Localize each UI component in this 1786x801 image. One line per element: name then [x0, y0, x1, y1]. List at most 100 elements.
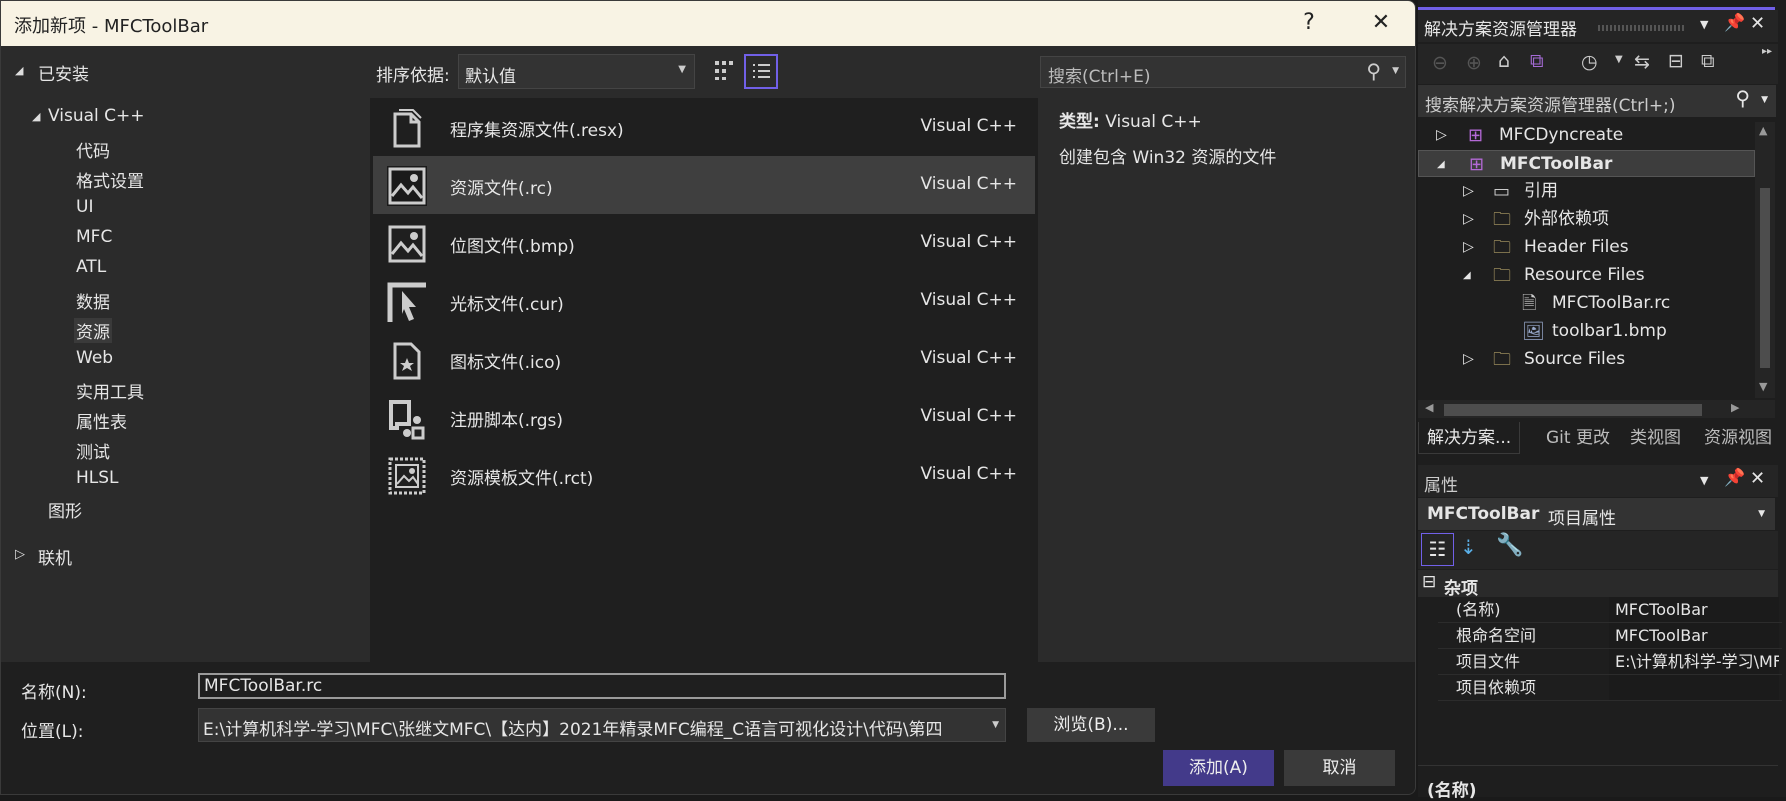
solution-tree-item[interactable]: ◢ ⊞ MFCToolBar: [1418, 150, 1755, 177]
scroll-left-icon[interactable]: ◀: [1425, 401, 1433, 414]
solution-tree-item[interactable]: ▷ ⊞ MFCDyncreate: [1418, 122, 1755, 149]
tree-item[interactable]: MFC: [76, 227, 112, 247]
tree-online[interactable]: 联机: [38, 544, 72, 569]
scroll-down-icon[interactable]: ▼: [1759, 380, 1767, 393]
add-button[interactable]: 添加(A): [1163, 750, 1274, 786]
categorized-button[interactable]: ☷: [1421, 533, 1454, 566]
solution-tree-item[interactable]: ▷ ▭ 引用: [1418, 178, 1755, 205]
forward-icon[interactable]: ⊕: [1466, 52, 1482, 74]
help-button[interactable]: ?: [1289, 7, 1329, 39]
tree-item[interactable]: ATL: [76, 257, 106, 277]
close-icon[interactable]: ✕: [1750, 13, 1765, 34]
panel-tab[interactable]: 解决方案...: [1418, 422, 1521, 454]
pin-icon[interactable]: 📌: [1724, 13, 1745, 33]
property-row[interactable]: 根命名空间 MFCToolBar: [1438, 623, 1782, 649]
expand-triangle-icon[interactable]: ▷: [1463, 206, 1474, 233]
pin-icon[interactable]: 📌: [1724, 468, 1745, 488]
template-item[interactable]: 位图文件(.bmp) Visual C++: [373, 214, 1035, 272]
property-row[interactable]: (名称) MFCToolBar: [1438, 597, 1782, 623]
template-item[interactable]: 图标文件(.ico) Visual C++: [373, 330, 1035, 388]
search-icon[interactable]: ⚲: [1735, 86, 1750, 110]
panel-tab[interactable]: Git 更改: [1538, 422, 1618, 454]
property-value[interactable]: [1609, 675, 1779, 700]
property-value[interactable]: MFCToolBar: [1609, 623, 1779, 648]
property-value[interactable]: E:\计算机科学-学习\MFC: [1609, 649, 1779, 674]
property-pages-wrench-icon[interactable]: 🔧: [1496, 533, 1523, 558]
drag-grip[interactable]: [1598, 25, 1686, 31]
expand-triangle-icon[interactable]: ▷: [1463, 234, 1474, 261]
sort-dropdown[interactable]: 默认值 ▼: [458, 54, 695, 89]
close-button[interactable]: ✕: [1361, 7, 1401, 39]
back-icon[interactable]: ⊖: [1432, 52, 1448, 74]
scroll-up-icon[interactable]: ▲: [1759, 124, 1767, 137]
panel-tab[interactable]: 类视图: [1622, 422, 1689, 454]
expand-triangle-icon[interactable]: ▷: [1463, 178, 1474, 205]
solution-tree-item[interactable]: ▷ 🗀 外部依赖项: [1418, 206, 1755, 233]
template-item[interactable]: 程序集资源文件(.resx) Visual C++: [373, 98, 1035, 156]
switch-views-icon[interactable]: ⧉: [1530, 50, 1544, 72]
tree-item[interactable]: 数据: [76, 288, 110, 313]
solution-tree-item[interactable]: 🖼 toolbar1.bmp: [1418, 318, 1755, 345]
collapse-triangle-icon[interactable]: ◢: [1463, 262, 1471, 289]
tree-installed[interactable]: 已安装: [38, 60, 89, 85]
solution-search-input[interactable]: 搜索解决方案资源管理器(Ctrl+;) ⚲ ▼: [1418, 85, 1776, 117]
collapse-box-icon[interactable]: ⊟: [1422, 572, 1436, 592]
tree-graphics[interactable]: 图形: [48, 497, 82, 522]
template-search-input[interactable]: 搜索(Ctrl+E) ⚲ ▼: [1040, 56, 1406, 88]
overflow-icon[interactable]: ▸▸: [1762, 46, 1772, 57]
list-view-button[interactable]: [744, 54, 778, 89]
cancel-button[interactable]: 取消: [1284, 750, 1395, 786]
property-row[interactable]: 项目文件 E:\计算机科学-学习\MFC: [1438, 649, 1782, 675]
template-item[interactable]: 光标文件(.cur) Visual C++: [373, 272, 1035, 330]
copy-icon[interactable]: ⧉: [1701, 50, 1715, 72]
solution-tree-item[interactable]: ▷ 🗀 Source Files: [1418, 346, 1755, 373]
solution-tree-item[interactable]: ▷ 🗀 Header Files: [1418, 234, 1755, 261]
collapse-triangle-icon[interactable]: ◢: [1437, 151, 1445, 178]
solution-tree-item[interactable]: ◢ 🗀 Resource Files: [1418, 262, 1755, 289]
expand-triangle-icon[interactable]: ▷: [1463, 346, 1474, 373]
close-icon[interactable]: ✕: [1750, 468, 1765, 489]
property-value[interactable]: MFCToolBar: [1609, 597, 1779, 622]
template-item[interactable]: 资源模板文件(.rct) Visual C++: [373, 446, 1035, 504]
tree-item[interactable]: 格式设置: [76, 167, 144, 192]
tree-item[interactable]: Web: [76, 348, 113, 368]
collapse-triangle-icon[interactable]: ◢: [15, 64, 23, 77]
tree-item[interactable]: 代码: [76, 137, 110, 162]
hscrollbar-thumb[interactable]: [1444, 404, 1702, 416]
properties-object-selector[interactable]: MFCToolBar 项目属性 ▼: [1418, 498, 1775, 530]
template-item[interactable]: 资源文件(.rc) Visual C++: [373, 156, 1035, 214]
sync-icon[interactable]: ⇆: [1634, 51, 1650, 73]
solution-tree-item[interactable]: 🗎 MFCToolBar.rc: [1418, 290, 1755, 317]
browse-button[interactable]: 浏览(B)...: [1027, 708, 1155, 742]
vertical-scrollbar[interactable]: ▲ ▼: [1755, 122, 1775, 398]
collapse-all-icon[interactable]: ⊟: [1668, 50, 1684, 72]
location-combo[interactable]: E:\计算机科学-学习\MFC\张继文MFC\【达内】2021年精录MFC编程_…: [198, 708, 1006, 742]
property-group-header[interactable]: ⊟ 杂项: [1418, 570, 1778, 599]
chevron-down-icon[interactable]: ▼: [1761, 95, 1768, 105]
expand-triangle-icon[interactable]: ▷: [1436, 122, 1447, 149]
expand-triangle-icon[interactable]: ▷: [15, 547, 25, 562]
tree-item[interactable]: HLSL: [76, 468, 119, 488]
pending-changes-filter-icon[interactable]: ◷: [1581, 51, 1598, 73]
dropdown-icon[interactable]: ▼: [1700, 18, 1708, 31]
dropdown-icon[interactable]: ▼: [1700, 474, 1708, 487]
tree-visual-cpp[interactable]: Visual C++: [48, 106, 145, 126]
collapse-triangle-icon[interactable]: ◢: [32, 110, 40, 123]
property-row[interactable]: 项目依赖项: [1438, 675, 1782, 701]
tree-item[interactable]: 测试: [76, 438, 110, 463]
tree-item[interactable]: UI: [76, 197, 93, 217]
horizontal-scrollbar[interactable]: ◀ ▶: [1418, 400, 1775, 418]
scrollbar-thumb[interactable]: [1760, 188, 1770, 368]
tree-item[interactable]: 实用工具: [76, 378, 144, 403]
chevron-down-icon[interactable]: ▼: [1392, 66, 1399, 76]
panel-tab[interactable]: 资源视图: [1696, 422, 1780, 454]
grid-view-button[interactable]: [712, 58, 738, 84]
name-input[interactable]: MFCToolBar.rc: [198, 673, 1006, 699]
dropdown-icon[interactable]: ▼: [1615, 54, 1623, 65]
home-icon[interactable]: ⌂: [1498, 50, 1510, 72]
tree-item[interactable]: 资源: [74, 317, 112, 343]
search-icon[interactable]: ⚲: [1366, 59, 1381, 83]
alphabetical-sort-icon[interactable]: ⇣: [1460, 535, 1477, 559]
tree-item[interactable]: 属性表: [76, 408, 127, 433]
scroll-right-icon[interactable]: ▶: [1731, 401, 1739, 414]
